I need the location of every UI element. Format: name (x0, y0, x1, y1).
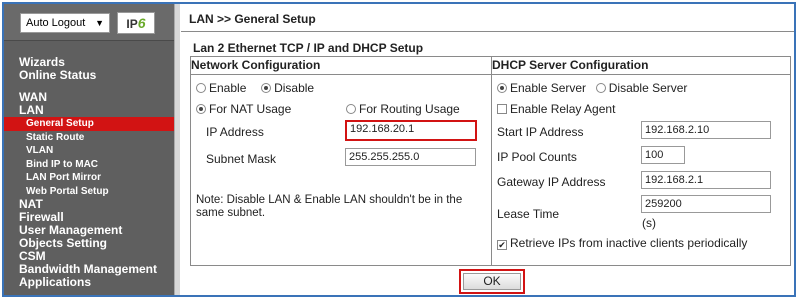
disable-server-label: Disable Server (608, 81, 688, 95)
note-text: Note: Disable LAN & Enable LAN shouldn't… (196, 194, 463, 219)
auto-logout-label: Auto Logout (26, 17, 86, 29)
gateway-ip-label: Gateway IP Address (497, 175, 606, 189)
retrieve-ips-checkbox[interactable]: ✔ (497, 240, 507, 250)
sidebar-item-online-status[interactable]: Online Status (4, 69, 174, 82)
enable-disable-row: Enable Disable (196, 81, 314, 95)
router-admin-window: Auto Logout ▼ IP6 Wizards Online Status WA… (2, 2, 796, 297)
retrieve-row: ✔ Retrieve IPs from inactive clients peri… (497, 236, 747, 250)
relay-agent-checkbox[interactable] (497, 104, 507, 114)
nat-usage-label: For NAT Usage (209, 102, 292, 116)
disable-label: Disable (274, 81, 315, 95)
ipv6-logo: IP6 (117, 12, 155, 34)
gateway-ip-input[interactable]: 192.168.2.1 (641, 171, 771, 189)
disable-server-radio[interactable] (595, 83, 606, 93)
ip-address-label: IP Address (206, 125, 264, 139)
sidebar: Auto Logout ▼ IP6 Wizards Online Status WA… (4, 4, 180, 295)
sidebar-menu: Wizards Online Status WAN LAN General Setup S… (4, 56, 174, 289)
breadcrumb: LAN >> General Setup (189, 12, 316, 26)
retrieve-ips-label: Retrieve IPs from inactive clients perio… (510, 236, 748, 250)
network-config-heading: Network Configuration (190, 56, 492, 75)
relay-agent-label: Enable Relay Agent (510, 102, 616, 116)
dhcp-config-heading: DHCP Server Configuration (491, 56, 791, 75)
lease-time-input[interactable]: 259200 (641, 195, 771, 213)
routing-usage-row: For Routing Usage (346, 102, 460, 116)
ok-button[interactable]: OK (463, 273, 521, 290)
nat-usage-radio[interactable] (196, 104, 206, 114)
enable-server-radio[interactable] (497, 83, 507, 93)
enable-radio[interactable] (196, 83, 206, 93)
subnet-mask-input[interactable]: 255.255.255.0 (345, 148, 476, 166)
config-table: Network Configuration DHCP Server Config… (190, 56, 791, 266)
pool-counts-input[interactable]: 100 (641, 146, 685, 164)
usage-row: For NAT Usage (196, 102, 291, 116)
start-ip-label: Start IP Address (497, 125, 584, 139)
dhcp-config-panel: Enable Server Disable Server Enable Rela… (491, 74, 791, 266)
divider (181, 31, 794, 32)
server-mode-row: Enable Server Disable Server (497, 81, 687, 95)
ip-address-input[interactable]: 192.168.20.1 (345, 120, 477, 141)
sidebar-item-lan[interactable]: LAN (4, 104, 174, 117)
sidebar-item-applications[interactable]: Applications (4, 276, 174, 289)
routing-usage-label: For Routing Usage (359, 102, 460, 116)
pool-counts-label: IP Pool Counts (497, 150, 577, 164)
auto-logout-select[interactable]: Auto Logout ▼ (20, 13, 110, 33)
sidebar-item-general-setup[interactable]: General Setup (4, 117, 174, 131)
enable-server-label: Enable Server (510, 81, 587, 95)
sidebar-item-web-portal-setup[interactable]: Web Portal Setup (4, 185, 174, 199)
network-config-panel: Enable Disable For NAT Usage For Routing… (190, 74, 492, 266)
section-title: Lan 2 Ethernet TCP / IP and DHCP Setup (193, 41, 424, 55)
start-ip-input[interactable]: 192.168.2.10 (641, 121, 771, 139)
sidebar-header: Auto Logout ▼ IP6 (4, 4, 180, 41)
lease-unit: (s) (642, 216, 656, 230)
main-content: LAN >> General Setup Lan 2 Ethernet TCP … (181, 4, 794, 295)
sidebar-item-lan-port-mirror[interactable]: LAN Port Mirror (4, 171, 174, 185)
subnet-mask-label: Subnet Mask (206, 152, 277, 166)
sidebar-item-bind-ip-to-mac[interactable]: Bind IP to MAC (4, 158, 174, 172)
lease-time-label: Lease Time (497, 207, 560, 221)
dropdown-arrow-icon: ▼ (95, 18, 104, 28)
sidebar-item-vlan[interactable]: VLAN (4, 144, 174, 158)
routing-usage-radio[interactable] (346, 104, 356, 114)
ok-button-highlight: OK (459, 269, 525, 294)
sidebar-item-static-route[interactable]: Static Route (4, 131, 174, 145)
disable-radio[interactable] (261, 83, 272, 93)
relay-row: Enable Relay Agent (497, 102, 615, 116)
sidebar-scrollbar[interactable] (174, 4, 180, 295)
enable-label: Enable (209, 81, 247, 95)
